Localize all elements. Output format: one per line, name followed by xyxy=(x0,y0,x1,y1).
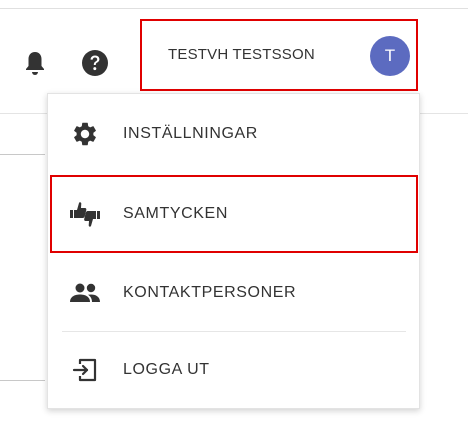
menu-item-label: KONTAKTPERSONER xyxy=(123,284,297,301)
logout-icon xyxy=(68,353,102,387)
menu-item-label: LOGGA UT xyxy=(123,361,210,378)
background-divider xyxy=(0,154,45,155)
user-menu-button[interactable]: TESTVH TESTSSON T xyxy=(140,19,418,91)
background-divider xyxy=(0,380,45,381)
menu-item-logout[interactable]: LOGGA UT xyxy=(48,332,419,408)
page: TESTVH TESTSSON T INSTÄLLNINGAR SAMTYCKE… xyxy=(0,0,468,432)
user-name: TESTVH TESTSSON xyxy=(168,46,315,63)
bell-icon xyxy=(26,52,44,75)
thumbs-up-down-icon xyxy=(68,197,102,231)
menu-item-label: SAMTYCKEN xyxy=(123,205,228,222)
people-icon xyxy=(68,276,102,310)
menu-item-contacts[interactable]: KONTAKTPERSONER xyxy=(48,255,419,331)
help-circle-icon xyxy=(82,50,108,76)
top-divider xyxy=(0,8,468,9)
user-dropdown-menu: INSTÄLLNINGAR SAMTYCKEN KONTAKTPERSONER … xyxy=(47,93,420,409)
highlight-box xyxy=(50,175,418,253)
menu-item-consent[interactable]: SAMTYCKEN xyxy=(48,173,419,255)
help-button[interactable] xyxy=(78,46,112,80)
gear-icon xyxy=(68,117,102,151)
notifications-button[interactable] xyxy=(18,46,52,80)
menu-item-settings[interactable]: INSTÄLLNINGAR xyxy=(48,94,419,174)
menu-item-label: INSTÄLLNINGAR xyxy=(123,125,258,142)
avatar: T xyxy=(370,36,410,76)
